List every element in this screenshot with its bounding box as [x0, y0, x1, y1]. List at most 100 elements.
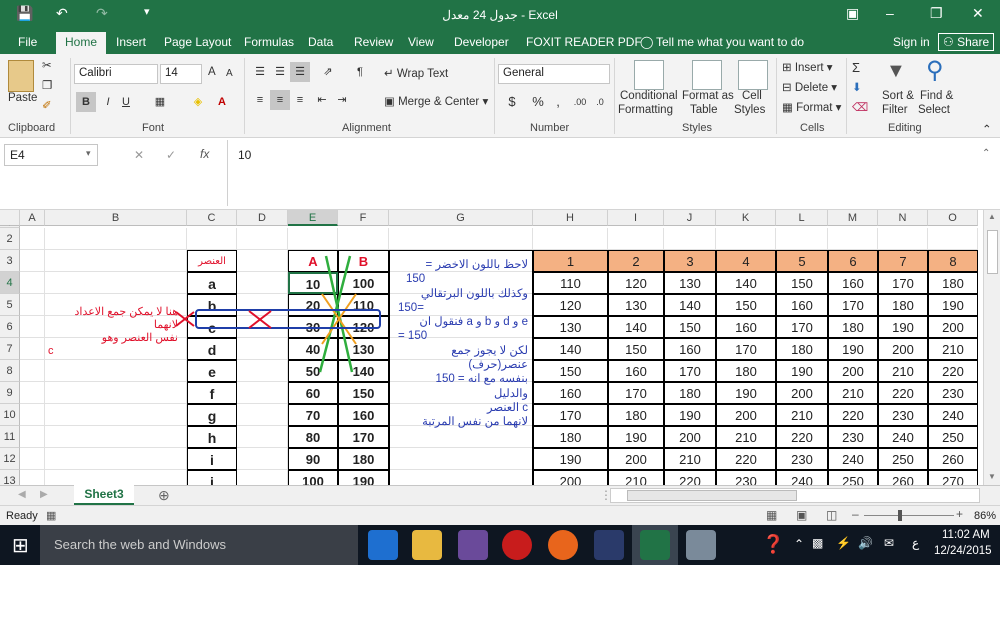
borders-icon[interactable]: ▦ [150, 92, 170, 112]
cancel-formula-icon[interactable]: ✕ [134, 148, 144, 162]
power-icon[interactable]: ⚡ [836, 536, 851, 550]
orientation-icon[interactable]: ⇗ [318, 62, 338, 82]
tab-foxit[interactable]: FOXIT READER PDF [526, 35, 642, 49]
restore-icon[interactable]: ❐ [930, 5, 943, 22]
formula-input[interactable]: 10 [227, 140, 997, 206]
rtl-icon[interactable]: ¶ [350, 62, 370, 82]
cut-icon[interactable]: ✂ [42, 58, 52, 72]
cell-styles-label2[interactable]: Styles [734, 104, 765, 116]
help-icon[interactable]: ❓ [762, 534, 784, 555]
volume-icon[interactable]: 🔊 [858, 536, 873, 550]
name-box[interactable]: E4 [4, 144, 98, 166]
excel-taskbar-item[interactable] [632, 525, 678, 565]
expand-formula-icon[interactable]: ⌃ [982, 148, 990, 159]
tab-developer[interactable]: Developer [454, 35, 509, 49]
zoom-out-icon[interactable]: – [852, 507, 859, 521]
wrap-text-button[interactable]: ↵ Wrap Text [384, 66, 448, 80]
clock-date[interactable]: 12/24/2015 [934, 545, 992, 557]
paste-icon[interactable] [8, 60, 34, 92]
sheet-tab-sheet3[interactable]: Sheet3 [74, 485, 134, 505]
macro-record-icon[interactable]: ▦ [46, 509, 56, 522]
sort-filter-icon[interactable]: ▼ [886, 60, 906, 83]
taskbar-search[interactable]: Search the web and Windows [40, 525, 358, 565]
align-bottom-icon[interactable]: ☰ [290, 62, 310, 82]
format-cells-button[interactable]: ▦ Format ▾ [782, 100, 841, 114]
tab-file[interactable]: File [18, 35, 37, 49]
clear-icon[interactable]: ⌫ [852, 100, 868, 114]
app-icon[interactable] [594, 530, 624, 560]
new-sheet-icon[interactable]: ⊕ [158, 487, 170, 504]
conditional-formatting-icon[interactable] [634, 60, 664, 90]
number-format-select[interactable]: General [498, 64, 610, 84]
tab-formulas[interactable]: Formulas [244, 35, 294, 49]
currency-button[interactable]: $ [502, 92, 522, 112]
insert-cells-button[interactable]: ⊞ Insert ▾ [782, 60, 833, 74]
horizontal-scrollbar[interactable] [610, 488, 980, 503]
page-break-view-icon[interactable]: ◫ [826, 508, 837, 522]
scroll-thumb[interactable] [987, 230, 998, 274]
opera-icon[interactable] [502, 530, 532, 560]
tab-home[interactable]: Home [56, 32, 107, 54]
sign-in-link[interactable]: Sign in [893, 35, 930, 49]
increase-indent-icon[interactable]: ⇥ [332, 90, 352, 110]
cell-styles-icon[interactable] [738, 60, 768, 90]
edge-icon[interactable] [368, 530, 398, 560]
format-as-table-label[interactable]: Format as [682, 90, 734, 102]
align-left-icon[interactable]: ≡ [250, 90, 270, 110]
windows-start-icon[interactable]: ⊞ [12, 533, 29, 558]
tab-insert[interactable]: Insert [116, 35, 146, 49]
format-as-table-label2[interactable]: Table [690, 104, 718, 116]
increase-decimal-icon[interactable]: .00 [570, 92, 590, 112]
minimize-icon[interactable]: – [886, 5, 894, 21]
close-icon[interactable]: ✕ [972, 5, 984, 22]
merge-center-button[interactable]: ▣ Merge & Center ▾ [384, 94, 488, 108]
percent-button[interactable]: % [528, 92, 548, 112]
fill-color-icon[interactable]: ◈ [188, 92, 208, 112]
tell-me-box[interactable]: Tell me what you want to do [656, 35, 804, 49]
tab-review[interactable]: Review [354, 35, 393, 49]
zoom-in-icon[interactable]: + [956, 507, 963, 521]
paint-icon[interactable] [686, 530, 716, 560]
enter-formula-icon[interactable]: ✓ [166, 148, 176, 162]
spreadsheet-grid[interactable]: ABCDEFGHIJKLMNO 1 2 3 4 5 6 7 8 9 10 11 12 13 العنصر… [0, 210, 983, 485]
share-button[interactable]: ⚇ Share [938, 33, 995, 51]
format-as-table-icon[interactable] [692, 60, 722, 90]
align-middle-icon[interactable]: ☰ [270, 62, 290, 82]
copy-icon[interactable]: ❐ [42, 78, 52, 92]
find-select-label[interactable]: Find & [920, 90, 953, 102]
input-language[interactable]: ع [912, 536, 919, 550]
comma-button[interactable]: , [548, 92, 568, 112]
align-top-icon[interactable]: ☰ [250, 62, 270, 82]
autosum-icon[interactable]: Σ [852, 60, 860, 75]
find-select-label2[interactable]: Select [918, 104, 950, 116]
align-center-icon[interactable]: ≡ [270, 90, 290, 110]
app-icon[interactable] [458, 530, 488, 560]
paste-button[interactable]: Paste [8, 92, 37, 104]
show-hidden-icon[interactable]: ⌃ [794, 537, 804, 551]
underline-button[interactable]: U [116, 92, 136, 112]
next-sheet-icon[interactable]: ▶ [40, 489, 48, 500]
prev-sheet-icon[interactable]: ◀ [18, 489, 26, 500]
file-explorer-icon[interactable] [412, 530, 442, 560]
decrease-indent-icon[interactable]: ⇤ [312, 90, 332, 110]
insert-function-button[interactable]: fx [200, 147, 209, 161]
decrease-decimal-icon[interactable]: .0 [590, 92, 610, 112]
conditional-formatting-label2[interactable]: Formatting [618, 104, 673, 116]
vertical-scrollbar[interactable]: ▲ ▼ [983, 210, 1000, 485]
bold-button[interactable]: B [76, 92, 96, 112]
align-right-icon[interactable]: ≡ [290, 90, 310, 110]
delete-cells-button[interactable]: ⊟ Delete ▾ [782, 80, 837, 94]
increase-font-icon[interactable]: A [208, 66, 216, 78]
clock-time[interactable]: 11:02 AM [942, 529, 990, 541]
find-select-icon[interactable]: ⚲ [926, 56, 944, 85]
decrease-font-icon[interactable]: A [226, 68, 233, 79]
zoom-level[interactable]: 86% [974, 510, 996, 522]
fill-icon[interactable]: ⬇ [852, 80, 862, 94]
italic-button[interactable]: I [98, 92, 118, 112]
scroll-up-icon[interactable]: ▲ [988, 212, 996, 221]
firefox-icon[interactable] [548, 530, 578, 560]
ribbon-display-icon[interactable]: ▣ [846, 5, 859, 22]
font-name-select[interactable]: Calibri [74, 64, 158, 84]
font-color-icon[interactable]: A [212, 92, 232, 112]
sort-filter-label[interactable]: Sort & [882, 90, 914, 102]
